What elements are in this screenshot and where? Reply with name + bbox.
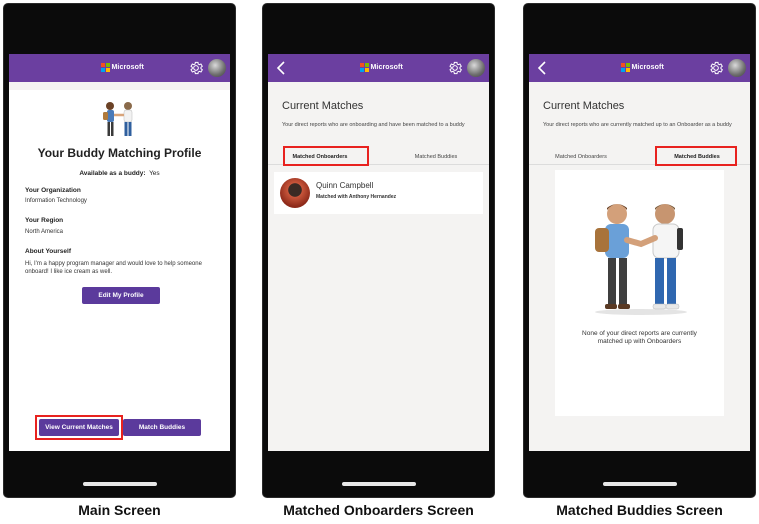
match-name: Quinn Campbell bbox=[316, 181, 374, 190]
availability: Available as a buddy: Yes bbox=[9, 170, 230, 177]
caption-main: Main Screen bbox=[78, 502, 161, 518]
app-header: Microsoft bbox=[9, 54, 230, 82]
organization-value: Information Technology bbox=[25, 198, 87, 204]
region-value: North America bbox=[25, 229, 64, 235]
region-label: Your Region bbox=[25, 217, 64, 224]
empty-state-message: None of your direct reports are currentl… bbox=[582, 330, 697, 345]
microsoft-logo-icon: Microsoft bbox=[359, 63, 403, 72]
match-buddies-button[interactable]: Match Buddies bbox=[123, 419, 201, 436]
page-subtitle: Your direct reports who are onboarding a… bbox=[282, 122, 465, 128]
back-chevron-icon[interactable] bbox=[537, 60, 547, 76]
gear-icon[interactable] bbox=[447, 60, 463, 76]
caption-buddies: Matched Buddies Screen bbox=[556, 502, 723, 518]
page-title: Your Buddy Matching Profile bbox=[37, 146, 202, 160]
brand-name: Microsoft bbox=[631, 64, 664, 71]
home-indicator bbox=[82, 482, 157, 486]
availability-value: Yes bbox=[149, 170, 160, 177]
list-item[interactable]: Quinn Campbell Matched with Anthony Hern… bbox=[274, 172, 483, 214]
microsoft-logo-icon: Microsoft bbox=[620, 63, 664, 72]
home-indicator bbox=[602, 482, 677, 486]
page-subtitle: Your direct reports who are currently ma… bbox=[543, 122, 732, 128]
brand-name: Microsoft bbox=[111, 64, 144, 71]
page-title: Current Matches bbox=[543, 100, 625, 112]
buddies-screen: Microsoft Current Matches Your direct re… bbox=[529, 54, 750, 451]
brand-name: Microsoft bbox=[370, 64, 403, 71]
highlight-box bbox=[655, 146, 737, 166]
avatar[interactable] bbox=[467, 59, 485, 77]
microsoft-logo-icon: Microsoft bbox=[100, 63, 144, 72]
edit-profile-button[interactable]: Edit My Profile bbox=[82, 287, 160, 304]
gear-icon[interactable] bbox=[188, 60, 204, 76]
phone-buddies-screen: Microsoft Current Matches Your direct re… bbox=[524, 4, 755, 497]
phone-main-screen: Microsoft Your Buddy Matching Profile Av… bbox=[4, 4, 235, 497]
phone-onboarders-screen: Microsoft Current Matches Your direct re… bbox=[263, 4, 494, 497]
match-photo bbox=[280, 178, 310, 208]
avatar[interactable] bbox=[208, 59, 226, 77]
back-chevron-icon[interactable] bbox=[276, 60, 286, 76]
handshake-illustration bbox=[595, 204, 687, 315]
match-detail: Matched with Anthony Hernandez bbox=[316, 194, 397, 200]
home-indicator bbox=[341, 482, 416, 486]
page-title: Current Matches bbox=[282, 100, 364, 112]
highlight-box bbox=[35, 415, 123, 440]
caption-onboarders: Matched Onboarders Screen bbox=[283, 502, 474, 518]
profile-panel: Your Buddy Matching Profile Available as… bbox=[9, 90, 230, 451]
main-screen: Microsoft Your Buddy Matching Profile Av… bbox=[9, 54, 230, 451]
app-header: Microsoft bbox=[529, 54, 750, 82]
tab-matched-onboarders[interactable]: Matched Onboarders bbox=[541, 150, 621, 164]
organization-label: Your Organization bbox=[25, 187, 81, 194]
handshake-illustration bbox=[103, 102, 133, 136]
onboarders-screen: Microsoft Current Matches Your direct re… bbox=[268, 54, 489, 451]
app-header: Microsoft bbox=[268, 54, 489, 82]
empty-state-card: None of your direct reports are currentl… bbox=[555, 170, 724, 416]
about-label: About Yourself bbox=[25, 248, 71, 255]
availability-label: Available as a buddy: bbox=[79, 170, 146, 177]
highlight-box bbox=[283, 146, 369, 166]
gear-icon[interactable] bbox=[708, 60, 724, 76]
about-value: Hi, I'm a happy program manager and woul… bbox=[25, 261, 202, 275]
tab-matched-buddies[interactable]: Matched Buddies bbox=[396, 150, 476, 164]
avatar[interactable] bbox=[728, 59, 746, 77]
